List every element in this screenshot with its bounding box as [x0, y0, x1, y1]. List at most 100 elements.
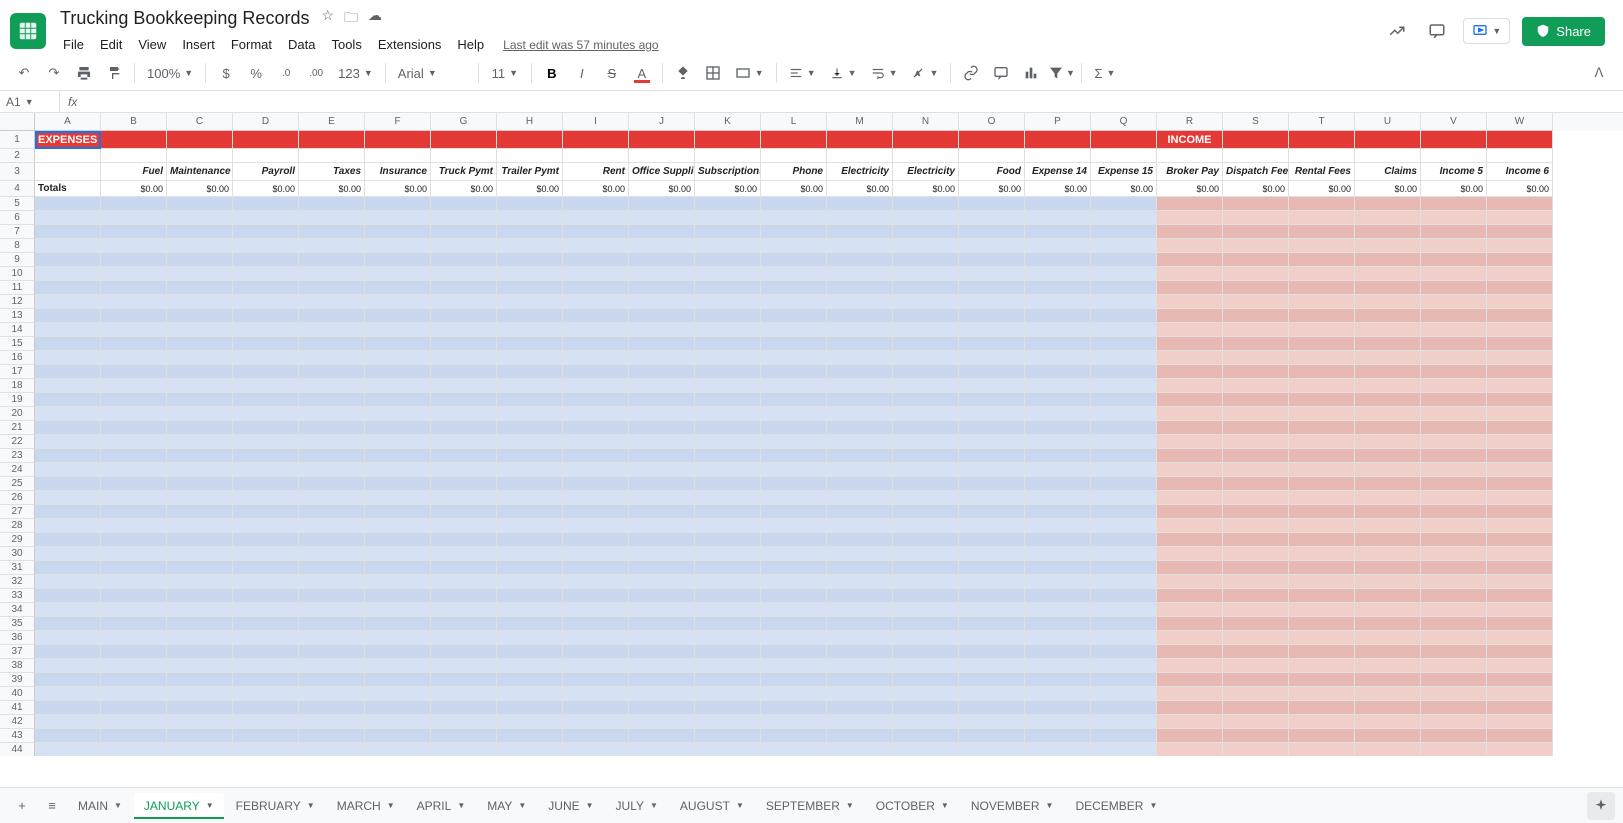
cell-E16[interactable]	[299, 351, 365, 365]
cell-D16[interactable]	[233, 351, 299, 365]
cell-I19[interactable]	[563, 393, 629, 407]
cell-M15[interactable]	[827, 337, 893, 351]
row-header-14[interactable]: 14	[0, 323, 35, 337]
cell-T5[interactable]	[1289, 197, 1355, 211]
cell-G42[interactable]	[431, 715, 497, 729]
cell-O33[interactable]	[959, 589, 1025, 603]
cell-S21[interactable]	[1223, 421, 1289, 435]
cell-M26[interactable]	[827, 491, 893, 505]
cell-N18[interactable]	[893, 379, 959, 393]
cell-N41[interactable]	[893, 701, 959, 715]
cell-K38[interactable]	[695, 659, 761, 673]
cell-S5[interactable]	[1223, 197, 1289, 211]
col-header-H[interactable]: H	[497, 113, 563, 131]
cell-H39[interactable]	[497, 673, 563, 687]
name-box[interactable]: A1▼	[0, 91, 60, 112]
cell-V32[interactable]	[1421, 575, 1487, 589]
cell-B13[interactable]	[101, 309, 167, 323]
cell-K43[interactable]	[695, 729, 761, 743]
cell-G2[interactable]	[431, 149, 497, 163]
col-header-L[interactable]: L	[761, 113, 827, 131]
cell-R34[interactable]	[1157, 603, 1223, 617]
cell-Q21[interactable]	[1091, 421, 1157, 435]
cell-L28[interactable]	[761, 519, 827, 533]
cell-K25[interactable]	[695, 477, 761, 491]
cell-O29[interactable]	[959, 533, 1025, 547]
cell-C14[interactable]	[167, 323, 233, 337]
cell-D39[interactable]	[233, 673, 299, 687]
cell-E39[interactable]	[299, 673, 365, 687]
cell-J20[interactable]	[629, 407, 695, 421]
cell-K9[interactable]	[695, 253, 761, 267]
cell-J15[interactable]	[629, 337, 695, 351]
col-header-F[interactable]: F	[365, 113, 431, 131]
cell-U39[interactable]	[1355, 673, 1421, 687]
cell-L37[interactable]	[761, 645, 827, 659]
cell-T1[interactable]	[1289, 131, 1355, 149]
cell-S1[interactable]	[1223, 131, 1289, 149]
cell-W9[interactable]	[1487, 253, 1553, 267]
cell-W41[interactable]	[1487, 701, 1553, 715]
cell-K15[interactable]	[695, 337, 761, 351]
cell-M6[interactable]	[827, 211, 893, 225]
cell-K7[interactable]	[695, 225, 761, 239]
cell-C44[interactable]	[167, 743, 233, 756]
cell-A31[interactable]	[35, 561, 101, 575]
cell-I31[interactable]	[563, 561, 629, 575]
cell-V29[interactable]	[1421, 533, 1487, 547]
cell-F2[interactable]	[365, 149, 431, 163]
cell-I43[interactable]	[563, 729, 629, 743]
cell-D12[interactable]	[233, 295, 299, 309]
cell-F14[interactable]	[365, 323, 431, 337]
cell-C20[interactable]	[167, 407, 233, 421]
cell-P15[interactable]	[1025, 337, 1091, 351]
cell-W38[interactable]	[1487, 659, 1553, 673]
cell-T22[interactable]	[1289, 435, 1355, 449]
cell-B42[interactable]	[101, 715, 167, 729]
cell-D14[interactable]	[233, 323, 299, 337]
cell-J5[interactable]	[629, 197, 695, 211]
cell-O6[interactable]	[959, 211, 1025, 225]
cell-I38[interactable]	[563, 659, 629, 673]
cell-L15[interactable]	[761, 337, 827, 351]
cell-C37[interactable]	[167, 645, 233, 659]
cell-N3[interactable]: Electricity	[893, 163, 959, 181]
cell-S22[interactable]	[1223, 435, 1289, 449]
cell-E21[interactable]	[299, 421, 365, 435]
cell-C6[interactable]	[167, 211, 233, 225]
cell-E30[interactable]	[299, 547, 365, 561]
cell-A20[interactable]	[35, 407, 101, 421]
col-header-I[interactable]: I	[563, 113, 629, 131]
cell-F42[interactable]	[365, 715, 431, 729]
cell-S40[interactable]	[1223, 687, 1289, 701]
cell-R22[interactable]	[1157, 435, 1223, 449]
cell-M19[interactable]	[827, 393, 893, 407]
cell-J32[interactable]	[629, 575, 695, 589]
cell-N24[interactable]	[893, 463, 959, 477]
cell-O37[interactable]	[959, 645, 1025, 659]
cell-V2[interactable]	[1421, 149, 1487, 163]
cell-H28[interactable]	[497, 519, 563, 533]
row-header-17[interactable]: 17	[0, 365, 35, 379]
cell-U24[interactable]	[1355, 463, 1421, 477]
cell-J10[interactable]	[629, 267, 695, 281]
cell-T20[interactable]	[1289, 407, 1355, 421]
cell-H5[interactable]	[497, 197, 563, 211]
cell-T24[interactable]	[1289, 463, 1355, 477]
cell-E9[interactable]	[299, 253, 365, 267]
cell-P41[interactable]	[1025, 701, 1091, 715]
cell-I1[interactable]	[563, 131, 629, 149]
cell-A29[interactable]	[35, 533, 101, 547]
row-header-19[interactable]: 19	[0, 393, 35, 407]
cell-I40[interactable]	[563, 687, 629, 701]
cell-O24[interactable]	[959, 463, 1025, 477]
cell-R44[interactable]	[1157, 743, 1223, 756]
cell-H43[interactable]	[497, 729, 563, 743]
cell-D40[interactable]	[233, 687, 299, 701]
cell-U10[interactable]	[1355, 267, 1421, 281]
row-header-31[interactable]: 31	[0, 561, 35, 575]
cell-D13[interactable]	[233, 309, 299, 323]
cell-M13[interactable]	[827, 309, 893, 323]
cell-T17[interactable]	[1289, 365, 1355, 379]
cell-U15[interactable]	[1355, 337, 1421, 351]
